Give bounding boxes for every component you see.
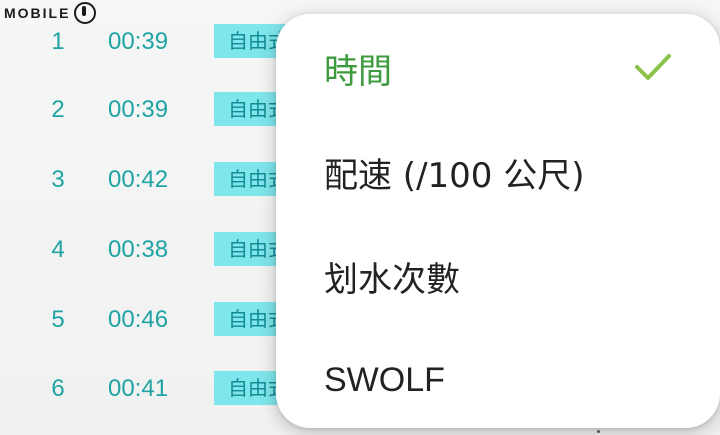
- lap-number: 3: [51, 166, 65, 193]
- menu-item-label: 時間: [324, 51, 392, 92]
- lap-time: 00:42: [108, 166, 169, 193]
- menu-item-label: 划水次數: [324, 259, 460, 300]
- menu-item-label: SWOLF: [324, 360, 445, 399]
- lap-number: 2: [51, 96, 65, 123]
- lap-time: 00:39: [108, 96, 169, 123]
- menu-item-label: 配速 (/100 公尺): [324, 155, 585, 196]
- lap-number: 1: [51, 28, 65, 55]
- lap-number: 6: [51, 375, 65, 402]
- lap-time: 00:39: [108, 28, 169, 55]
- menu-item-stroke-count[interactable]: 划水次數: [324, 246, 720, 306]
- lap-number: 5: [51, 306, 65, 333]
- menu-item-pace[interactable]: 配速 (/100 公尺): [324, 142, 720, 202]
- lap-time: 00:41: [108, 375, 169, 402]
- checkmark-icon: [635, 54, 671, 80]
- lap-time: 00:38: [108, 236, 169, 263]
- menu-item-swolf[interactable]: SWOLF: [324, 350, 720, 410]
- sort-metric-menu: 時間 配速 (/100 公尺) 划水次數 SWOLF: [276, 14, 720, 428]
- lap-time: 00:46: [108, 306, 169, 333]
- lap-number: 4: [51, 236, 65, 263]
- scroll-indicator: [597, 430, 600, 433]
